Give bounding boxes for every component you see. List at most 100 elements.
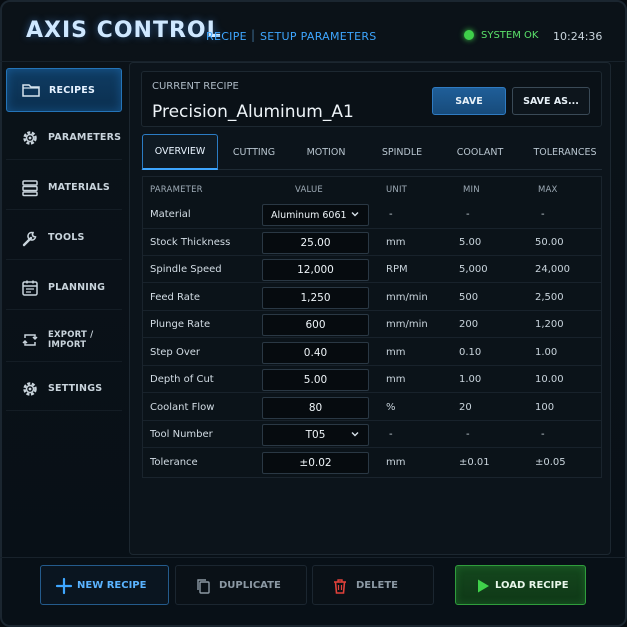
duplicate-label: DUPLICATE <box>219 580 281 591</box>
trash-icon <box>334 579 346 594</box>
material-select-value: Aluminum 6061 <box>271 209 347 221</box>
unit-value: RPM <box>386 264 408 275</box>
tab-spindle[interactable]: SPINDLE <box>368 134 436 170</box>
column-header-max: MAX <box>538 185 558 195</box>
parameter-name: Material <box>150 209 191 220</box>
max-value: 100 <box>535 402 555 413</box>
sidebar: RECIPES PARAMETERS MATERIALS TOOLS PLANN… <box>6 62 122 554</box>
breadcrumb-separator: | <box>251 28 256 42</box>
column-header-value: VALUE <box>295 185 323 195</box>
min-value: 0.10 <box>459 347 482 358</box>
parameter-name: Spindle Speed <box>150 264 222 275</box>
column-header-unit: UNIT <box>386 185 408 195</box>
current-recipe-caption: CURRENT RECIPE <box>152 81 239 92</box>
load-recipe-button[interactable]: LOAD RECIPE <box>455 565 586 605</box>
min-value: 500 <box>459 292 479 303</box>
app-title: AXIS CONTROL <box>26 18 222 43</box>
tab-cutting[interactable]: CUTTING <box>220 134 288 170</box>
breadcrumb-recipe[interactable]: RECIPE <box>206 30 247 43</box>
new-recipe-label: NEW RECIPE <box>77 580 147 591</box>
tab-tolerances[interactable]: TOLERANCES <box>525 134 605 170</box>
unit-value: % <box>386 402 396 413</box>
gear-icon <box>23 381 37 396</box>
tool-number-select[interactable]: T05 <box>262 424 369 446</box>
sidebar-item-export-import[interactable]: EXPORT / IMPORT <box>6 318 122 362</box>
min-value: - <box>466 429 470 440</box>
tab-motion[interactable]: MOTION <box>292 134 360 170</box>
stock-thickness-input[interactable]: 25.00 <box>262 232 369 254</box>
wrench-icon <box>22 231 37 246</box>
max-value: 10.00 <box>535 374 564 385</box>
gear-icon <box>23 130 37 145</box>
min-value: 1.00 <box>459 374 482 385</box>
parameter-name: Tolerance <box>150 457 198 468</box>
new-recipe-button[interactable]: NEW RECIPE <box>40 565 169 605</box>
sidebar-item-parameters[interactable]: PARAMETERS <box>6 116 122 160</box>
breadcrumb-setup-parameters[interactable]: SETUP PARAMETERS <box>260 30 377 43</box>
sidebar-item-label: TOOLS <box>48 232 85 243</box>
sidebar-item-planning[interactable]: PLANNING <box>6 266 122 310</box>
unit-value: mm <box>386 457 406 468</box>
sync-icon <box>22 333 38 346</box>
tool-number-select-value: T05 <box>305 429 326 441</box>
tolerance-input[interactable]: ±0.02 <box>262 452 369 474</box>
clock: 10:24:36 <box>553 30 603 43</box>
sidebar-item-recipes[interactable]: RECIPES <box>6 68 122 112</box>
sidebar-item-label: RECIPES <box>49 84 96 96</box>
layers-icon <box>22 179 38 196</box>
chevron-down-icon <box>351 432 359 437</box>
column-header-min: MIN <box>463 185 480 195</box>
max-value: 1.00 <box>535 347 558 358</box>
coolant-flow-input[interactable]: 80 <box>262 397 369 419</box>
tab-overview[interactable]: OVERVIEW <box>142 134 218 170</box>
max-value: ±0.05 <box>535 457 566 468</box>
table-row <box>143 339 601 366</box>
depth-of-cut-input[interactable]: 5.00 <box>262 369 369 391</box>
current-recipe-name: Precision_Aluminum_A1 <box>152 102 354 122</box>
max-value: 24,000 <box>535 264 570 275</box>
sidebar-item-label: MATERIALS <box>48 182 110 193</box>
load-recipe-label: LOAD RECIPE <box>495 580 569 591</box>
calendar-icon <box>22 280 38 296</box>
parameter-name: Plunge Rate <box>150 319 211 330</box>
sidebar-item-label: PARAMETERS <box>48 132 122 143</box>
min-value: ±0.01 <box>459 457 490 468</box>
system-status-text: SYSTEM OK <box>481 30 539 41</box>
save-button[interactable]: SAVE <box>432 87 506 115</box>
unit-value: mm <box>386 347 406 358</box>
play-icon <box>478 579 489 593</box>
sidebar-item-label: EXPORT / IMPORT <box>48 329 94 350</box>
max-value: - <box>541 429 545 440</box>
spindle-speed-input[interactable]: 12,000 <box>262 259 369 281</box>
step-over-input[interactable]: 0.40 <box>262 342 369 364</box>
save-as-button[interactable]: SAVE AS... <box>512 87 590 115</box>
material-select[interactable]: Aluminum 6061 <box>262 204 369 226</box>
sidebar-item-materials[interactable]: MATERIALS <box>6 166 122 210</box>
unit-value: mm/min <box>386 292 428 303</box>
parameter-name: Tool Number <box>150 429 213 440</box>
max-value: - <box>541 209 545 220</box>
tab-coolant[interactable]: COOLANT <box>442 134 518 170</box>
sidebar-item-label: SETTINGS <box>48 383 103 394</box>
status-indicator-dot <box>464 30 474 40</box>
unit-value: - <box>389 209 393 220</box>
parameter-name: Feed Rate <box>150 292 200 303</box>
table-row <box>143 449 601 476</box>
feed-rate-input[interactable]: 1,250 <box>262 287 369 309</box>
table-row <box>143 311 601 338</box>
unit-value: mm/min <box>386 319 428 330</box>
delete-button[interactable]: DELETE <box>312 565 434 605</box>
sidebar-item-settings[interactable]: SETTINGS <box>6 367 122 411</box>
sidebar-item-tools[interactable]: TOOLS <box>6 216 122 260</box>
min-value: - <box>466 209 470 220</box>
plunge-rate-input[interactable]: 600 <box>262 314 369 336</box>
min-value: 5,000 <box>459 264 488 275</box>
unit-value: - <box>389 429 393 440</box>
parameter-name: Stock Thickness <box>150 237 231 248</box>
min-value: 5.00 <box>459 237 482 248</box>
duplicate-button[interactable]: DUPLICATE <box>175 565 307 605</box>
parameter-name: Depth of Cut <box>150 374 214 385</box>
chevron-down-icon <box>351 212 359 217</box>
plus-icon <box>55 577 73 595</box>
min-value: 20 <box>459 402 472 413</box>
